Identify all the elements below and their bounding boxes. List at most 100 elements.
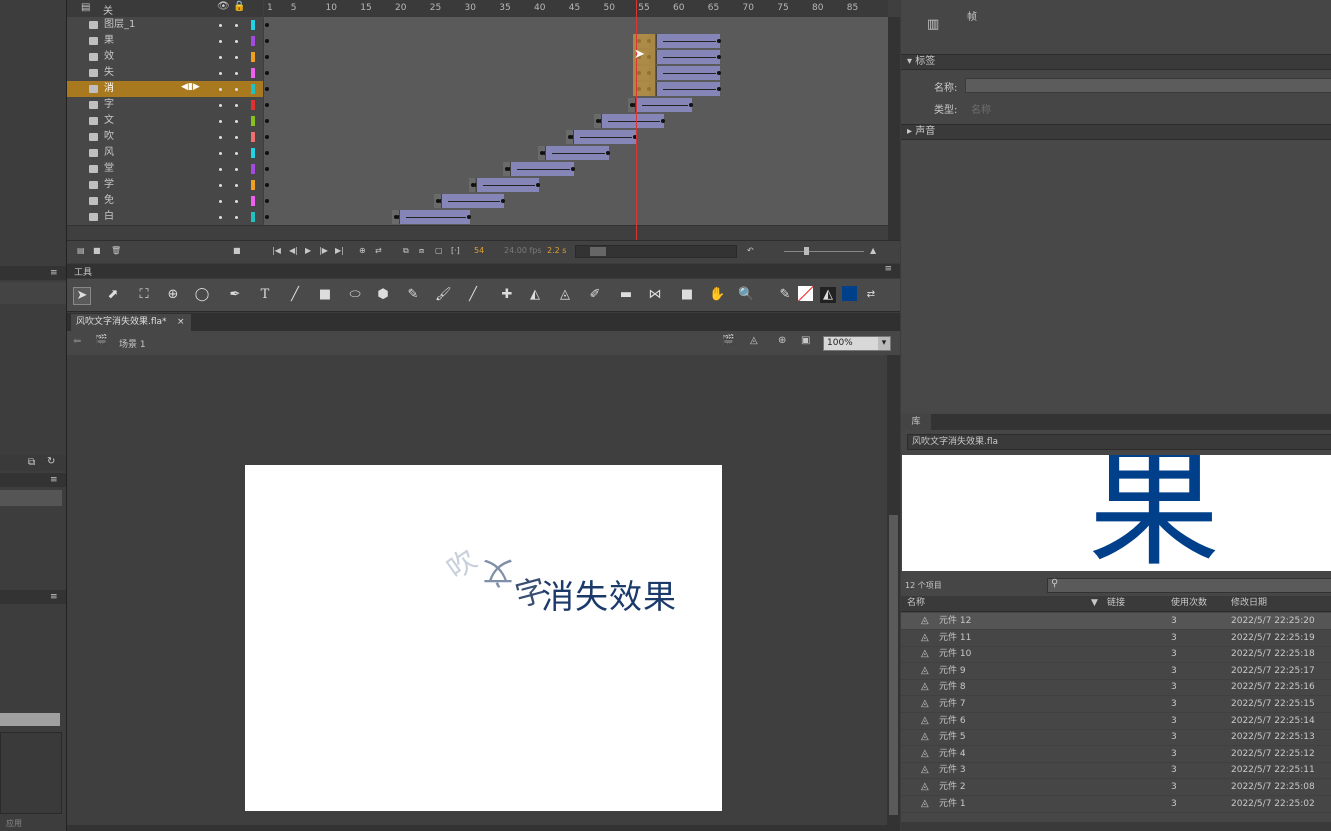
frames-row[interactable] bbox=[264, 49, 888, 66]
library-item-row[interactable]: ◬ 元件 2 3 2022/5/7 22:25:08 bbox=[901, 779, 1331, 796]
sort-icon[interactable]: ▼ bbox=[1091, 596, 1098, 611]
zoom-tool-icon[interactable]: 🔍 bbox=[738, 287, 754, 303]
frames-row[interactable] bbox=[264, 193, 888, 210]
motion-tween[interactable] bbox=[656, 50, 720, 64]
library-item-name[interactable]: 元件 1 bbox=[939, 796, 966, 812]
layer-color-swatch[interactable] bbox=[251, 20, 255, 30]
keyframe[interactable] bbox=[536, 183, 541, 187]
lock-dot[interactable] bbox=[235, 24, 238, 27]
current-frame-readout[interactable]: 54 bbox=[474, 246, 484, 255]
bone-tool-icon[interactable]: ✚ bbox=[499, 287, 515, 303]
back-arrow-icon[interactable]: ⬅ bbox=[73, 336, 81, 347]
left-panel-selected-row[interactable] bbox=[0, 490, 62, 506]
motion-tween[interactable] bbox=[399, 210, 470, 224]
step-back-icon[interactable]: ◀| bbox=[289, 246, 298, 255]
keyframe[interactable] bbox=[716, 71, 721, 75]
library-item-name[interactable]: 元件 8 bbox=[939, 679, 966, 695]
visibility-dot[interactable] bbox=[219, 200, 222, 203]
edit-multiple-icon[interactable]: ▢ bbox=[435, 246, 443, 255]
library-item-name[interactable]: 元件 2 bbox=[939, 779, 966, 795]
zoom-slider-thumb[interactable] bbox=[804, 247, 809, 255]
keyframe[interactable] bbox=[265, 151, 269, 155]
layer-color-swatch[interactable] bbox=[251, 196, 255, 206]
visibility-dot[interactable] bbox=[219, 56, 222, 59]
apply-button[interactable]: 应用 bbox=[6, 818, 22, 829]
layer-row[interactable]: 字 bbox=[67, 97, 263, 114]
layer-name[interactable]: 失 bbox=[104, 66, 114, 80]
label-section-header[interactable]: ▾ 标签 bbox=[901, 54, 1331, 70]
3d-rotation-tool-icon[interactable]: ⊕ bbox=[165, 287, 181, 303]
keyframe[interactable] bbox=[265, 167, 269, 171]
lock-dot[interactable] bbox=[235, 216, 238, 219]
keyframe[interactable] bbox=[605, 151, 610, 155]
free-transform-tool-icon[interactable]: ⛶ bbox=[136, 287, 152, 303]
lock-dot[interactable] bbox=[235, 120, 238, 123]
motion-tween[interactable] bbox=[635, 98, 692, 112]
panel-menu-icon[interactable]: ≡ bbox=[50, 592, 58, 602]
onion-skin-icon[interactable]: ⧉ bbox=[403, 246, 409, 256]
keyframe[interactable] bbox=[265, 119, 269, 123]
layer-name[interactable]: 果 bbox=[104, 34, 114, 48]
hand-tool-icon[interactable]: ✋ bbox=[709, 287, 725, 303]
onion-outline-icon[interactable]: ⧈ bbox=[419, 246, 424, 256]
library-search-input[interactable]: ⚲ bbox=[1047, 578, 1331, 593]
visibility-dot[interactable] bbox=[219, 168, 222, 171]
text-tool-icon[interactable]: T bbox=[257, 287, 273, 303]
lock-dot[interactable] bbox=[235, 104, 238, 107]
layer-color-swatch[interactable] bbox=[251, 36, 255, 46]
lock-dot[interactable] bbox=[235, 136, 238, 139]
frame-ruler[interactable]: 1 5 10 15 20 25 30 35 40 45 50 55 60 65 70 75 80 85 bbox=[264, 0, 888, 18]
library-item-row[interactable]: ◬ 元件 5 3 2022/5/7 22:25:13 bbox=[901, 729, 1331, 747]
clip-stage-icon[interactable]: ▣ bbox=[801, 335, 810, 346]
loop-icon[interactable]: ⇄ bbox=[375, 246, 382, 255]
layer-color-swatch[interactable] bbox=[251, 132, 255, 142]
frames-row[interactable] bbox=[264, 97, 888, 114]
motion-tween[interactable] bbox=[475, 178, 540, 192]
library-item-row[interactable]: ◬ 元件 3 3 2022/5/7 22:25:11 bbox=[901, 762, 1331, 780]
library-item-name[interactable]: 元件 7 bbox=[939, 696, 966, 712]
polystar-tool-icon[interactable]: ⬢ bbox=[375, 287, 391, 303]
layer-color-swatch[interactable] bbox=[251, 100, 255, 110]
library-item-row[interactable]: ◬ 元件 10 3 2022/5/7 22:25:18 bbox=[901, 646, 1331, 664]
eye-icon[interactable]: 👁 bbox=[217, 1, 230, 12]
undo-icon[interactable]: ↶ bbox=[747, 246, 754, 255]
layer-name[interactable]: 白 bbox=[104, 210, 114, 224]
chevron-down-icon[interactable]: ▾ bbox=[878, 337, 890, 350]
motion-tween[interactable] bbox=[440, 194, 505, 208]
library-item-row[interactable]: ◬ 元件 11 3 2022/5/7 22:25:19 bbox=[901, 630, 1331, 647]
paint-brush-tool-icon[interactable]: ╱ bbox=[465, 287, 481, 303]
brush-tool-icon[interactable]: 🖌 bbox=[435, 287, 452, 303]
keyframe[interactable] bbox=[688, 103, 693, 107]
new-folder-icon[interactable]: ■ bbox=[93, 246, 101, 255]
eyedropper-tool-icon[interactable]: ✐ bbox=[587, 287, 603, 303]
first-frame-icon[interactable]: |◀ bbox=[272, 246, 281, 255]
lock-dot[interactable] bbox=[235, 56, 238, 59]
layer-row[interactable]: 风 bbox=[67, 145, 263, 162]
eraser-tool-icon[interactable]: ▬ bbox=[618, 287, 634, 303]
keyframe[interactable] bbox=[716, 39, 721, 43]
layer-name[interactable]: 文 bbox=[104, 114, 114, 128]
layer-color-swatch[interactable] bbox=[251, 116, 255, 126]
new-layer-icon[interactable]: ▤ bbox=[77, 246, 85, 255]
last-frame-icon[interactable]: ▶| bbox=[335, 246, 344, 255]
keyframe[interactable] bbox=[570, 167, 575, 171]
lock-dot[interactable] bbox=[235, 88, 238, 91]
onion-markers-icon[interactable]: [·] bbox=[451, 246, 460, 255]
library-item-name[interactable]: 元件 4 bbox=[939, 746, 966, 762]
keyframe[interactable] bbox=[435, 199, 440, 203]
layer-row[interactable]: 免 bbox=[67, 193, 263, 210]
library-item-name[interactable]: 元件 3 bbox=[939, 762, 966, 778]
col-name[interactable]: 名称 bbox=[907, 596, 925, 611]
visibility-dot[interactable] bbox=[219, 152, 222, 155]
layer-row[interactable]: 文 bbox=[67, 113, 263, 130]
left-panel-input[interactable] bbox=[0, 713, 60, 726]
keyframe[interactable] bbox=[661, 119, 666, 123]
refresh-icon[interactable]: ↻ bbox=[47, 456, 55, 467]
layer-row[interactable]: 消 ◀▮▶ bbox=[67, 81, 263, 98]
play-icon[interactable]: ▶ bbox=[305, 246, 311, 255]
motion-tween[interactable] bbox=[656, 34, 720, 48]
lasso-tool-icon[interactable]: ◯ bbox=[194, 287, 210, 303]
keyframe[interactable] bbox=[595, 119, 600, 123]
lock-dot[interactable] bbox=[235, 152, 238, 155]
keyframe[interactable] bbox=[265, 55, 269, 59]
